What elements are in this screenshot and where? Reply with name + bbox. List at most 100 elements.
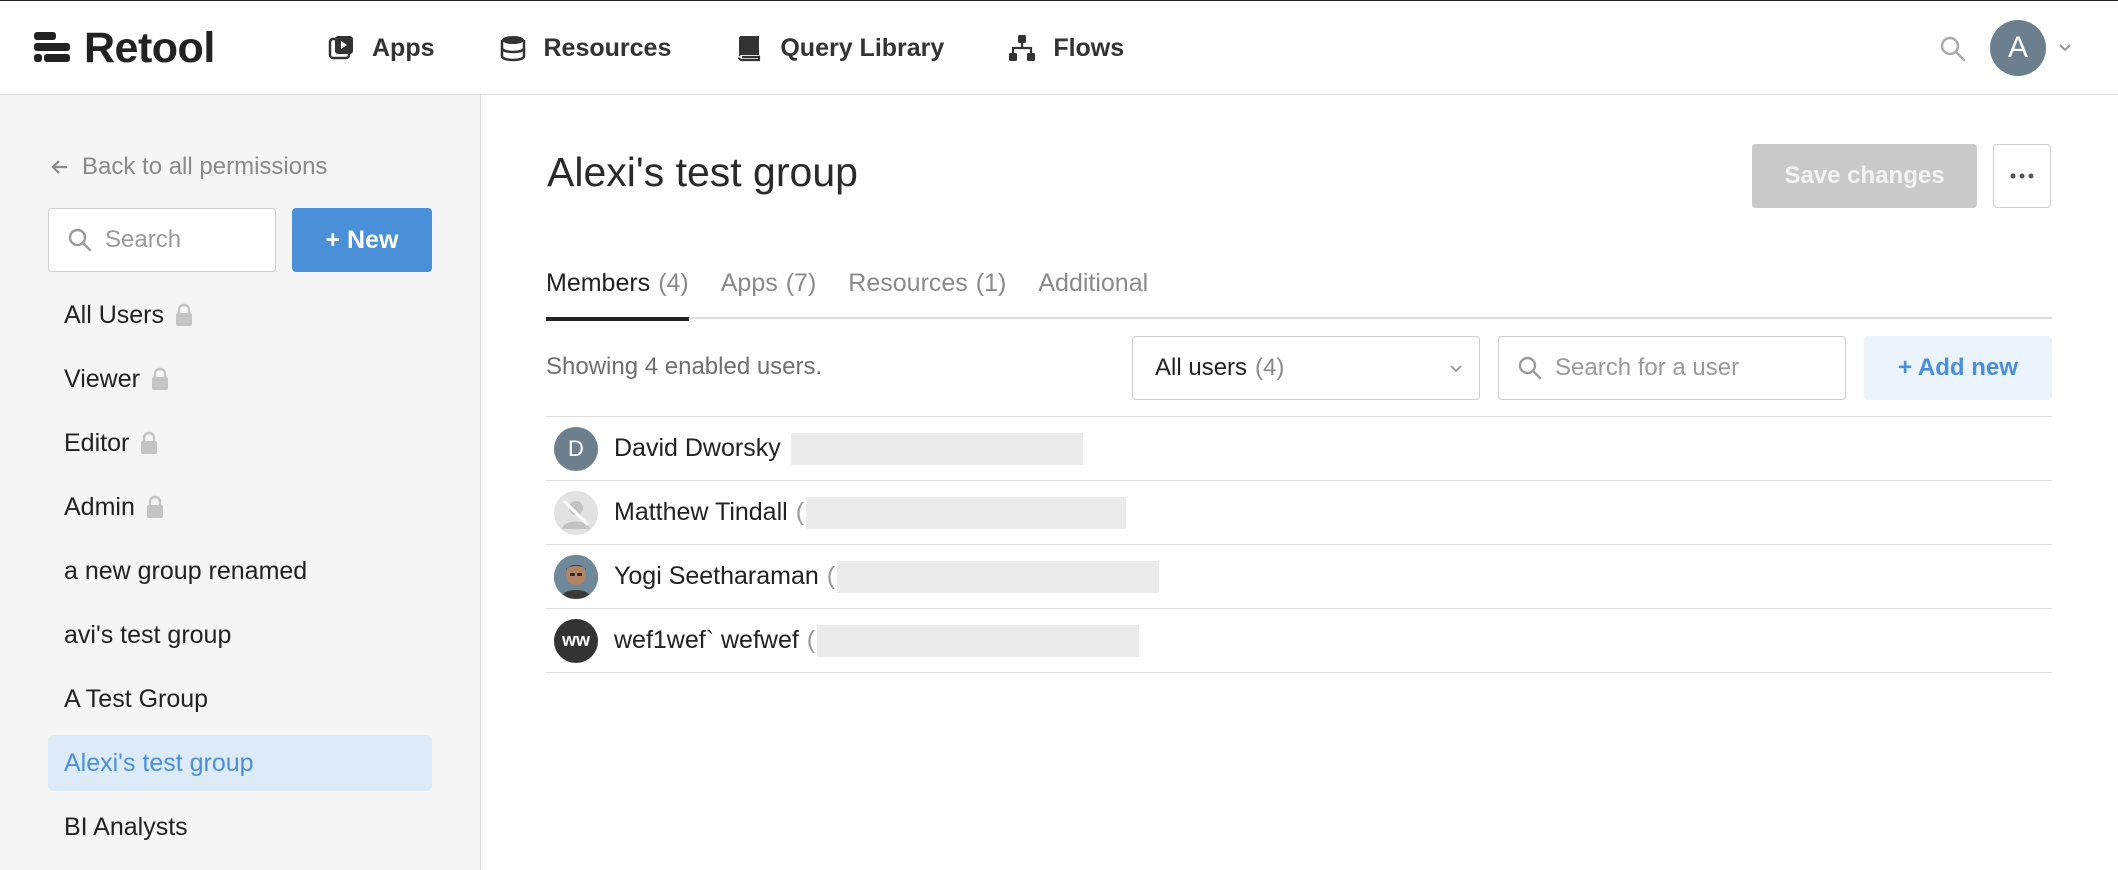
group-item-all-users[interactable]: All Users [48,287,432,343]
group-item-label: Viewer [64,364,140,393]
user-email-redacted: ( [806,624,1140,657]
group-search[interactable] [48,208,276,272]
back-link-label: Back to all permissions [82,153,328,180]
save-changes-button[interactable]: Save changes [1752,144,1977,208]
nav-apps-label: Apps [372,33,435,62]
email-prefix: ( [806,626,816,654]
group-item-viewer[interactable]: Viewer [48,351,432,407]
table-row[interactable]: ww wef1wef` wefwef ( [546,609,2052,673]
group-item-admin[interactable]: Admin [48,479,432,535]
arrow-left-icon [51,160,67,174]
user-name: David Dworsky [614,434,781,462]
filter-label: All users [1155,354,1248,381]
avatar [554,490,598,535]
redacted-block [837,560,1160,593]
search-icon [1518,356,1542,380]
user-email-redacted [789,432,1083,465]
group-search-input[interactable] [105,226,255,254]
main-panel: Alexi's test group Save changes Members … [482,95,2118,870]
top-bar: Retool Apps Resources Query Library Flow… [0,0,2118,95]
user-filter-select[interactable]: All users (4) [1132,336,1480,400]
showing-users-text: Showing 4 enabled users. [546,353,823,380]
avatar: D [554,426,598,471]
redacted-block [817,624,1140,657]
nav-apps[interactable]: Apps [326,27,435,69]
retool-logo-icon [34,32,70,62]
group-item-editor[interactable]: Editor [48,415,432,471]
sidebar: Back to all permissions + New All Users … [0,95,481,870]
tab-label: Members [546,269,651,297]
nav-resources-label: Resources [543,33,672,62]
redacted-block [790,432,1083,465]
tab-label: Apps [720,269,778,297]
add-new-member-button[interactable]: + Add new [1864,336,2052,400]
avatar-initials: ww [561,630,590,650]
tab-count: (7) [785,269,817,297]
group-item-label: avi's test group [64,620,232,649]
lock-icon [141,431,158,454]
more-options-button[interactable] [1993,144,2051,208]
lock-icon [176,303,193,326]
back-to-permissions-link[interactable]: Back to all permissions [50,153,327,181]
page-title: Alexi's test group [547,149,858,195]
group-item-label: a new group renamed [64,556,308,585]
tab-members[interactable]: Members (4) [546,267,689,321]
chevron-down-icon [1450,365,1462,373]
user-placeholder-icon [562,499,590,529]
tab-label: Additional [1038,269,1149,297]
redacted-block [806,496,1127,529]
more-horizontal-icon [2010,173,2034,179]
group-item-alexis-test-group[interactable]: Alexi's test group [48,735,432,791]
group-item-label: A Test Group [64,684,209,713]
group-list: All Users Viewer Editor Admin a new grou… [48,287,432,863]
tab-count: (4) [658,269,689,297]
nav-query-library[interactable]: Query Library [734,27,944,69]
user-avatar-initial: A [2007,31,2028,64]
apps-icon [328,36,353,60]
table-row[interactable]: Yogi Seetharaman ( [546,545,2052,609]
nav-flows-label: Flows [1053,33,1125,62]
group-tabs: Members (4) Apps (7) Resources (1) Addit… [546,267,2052,321]
email-prefix: ( [795,498,805,526]
new-group-button[interactable]: + New [292,208,432,272]
user-email-redacted: ( [795,496,1127,529]
lock-icon [151,367,168,390]
filter-count: (4) [1255,354,1285,381]
book-icon [738,36,761,62]
user-name: Yogi Seetharaman [614,562,819,590]
tab-resources[interactable]: Resources (1) [848,267,1006,319]
tab-apps[interactable]: Apps (7) [721,267,817,319]
nav-resources[interactable]: Resources [498,27,672,69]
nav-query-library-label: Query Library [780,33,945,62]
chevron-down-icon[interactable] [2057,41,2073,55]
user-avatar[interactable]: A [1990,20,2046,76]
avatar: ww [554,618,598,663]
tab-additional[interactable]: Additional [1038,267,1148,319]
members-list: D David Dworsky Matthew Tindall (Yogi S… [546,416,2052,673]
group-item-avis-test-group[interactable]: avi's test group [48,607,432,663]
table-row[interactable]: Matthew Tindall ( [546,481,2052,545]
tab-count: (1) [975,269,1007,297]
search-icon[interactable] [1939,35,1967,63]
tab-label: Resources [848,269,968,297]
user-search-input[interactable] [1555,354,1835,382]
group-item-label: BI Analysts [64,812,188,841]
nav-flows[interactable]: Flows [1007,27,1124,69]
email-prefix: ( [826,562,836,590]
group-item-label: All Users [64,300,165,329]
retool-logo[interactable]: Retool [32,24,215,72]
top-nav: Apps Resources Query Library Flows [326,27,1187,69]
user-name: wef1wef` wefwef [614,626,799,654]
group-item-label: Alexi's test group [64,748,254,777]
lock-icon [146,495,163,518]
app-name: Retool [84,24,215,72]
group-item-a-new-group-renamed[interactable]: a new group renamed [48,543,432,599]
group-item-label: Admin [64,492,135,521]
user-email-redacted: ( [826,560,1160,593]
avatar [554,554,598,599]
group-item-a-test-group[interactable]: A Test Group [48,671,432,727]
user-search[interactable] [1498,336,1846,400]
group-item-bi-analysts[interactable]: BI Analysts [48,799,432,855]
table-row[interactable]: D David Dworsky [546,417,2052,481]
flows-icon [1009,35,1036,61]
